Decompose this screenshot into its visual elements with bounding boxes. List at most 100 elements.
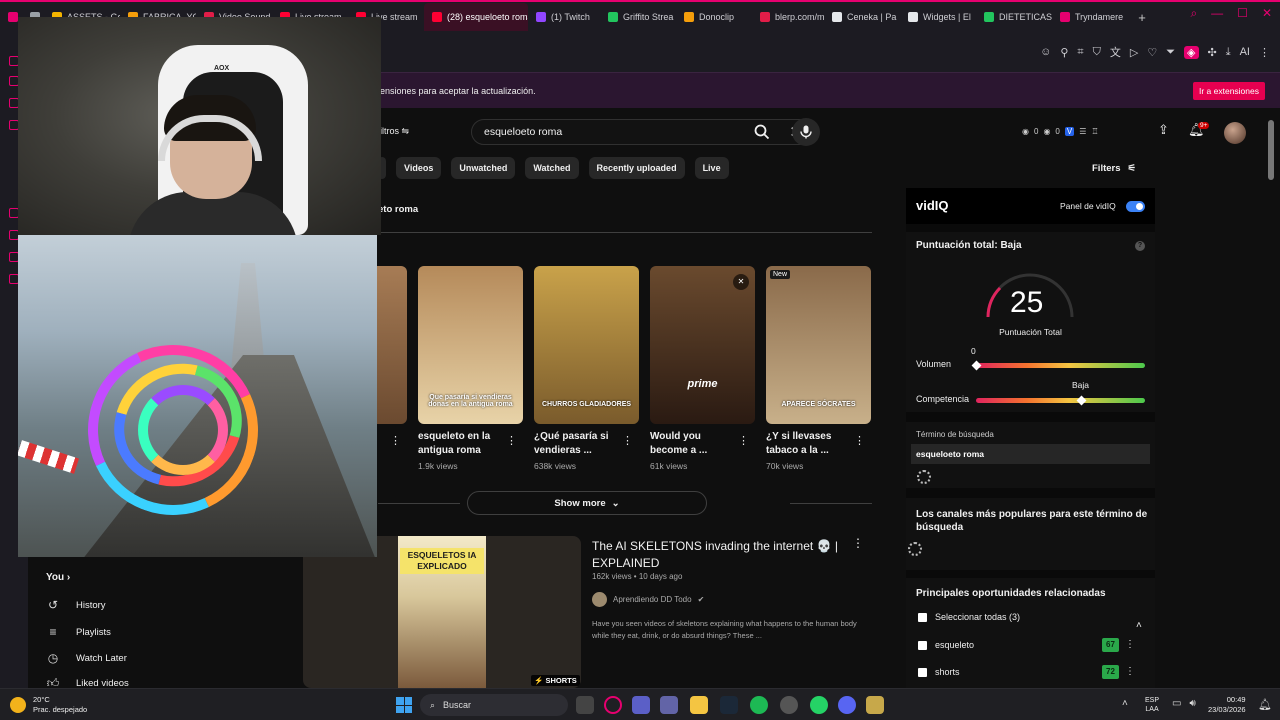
search-input[interactable]: esqueloeto roma — [484, 126, 562, 138]
short-thumbnail[interactable]: APARECE SÓCRATES New — [766, 266, 871, 424]
short-card[interactable]: prime ✕ Would you become a ... 61k views ⋮ — [650, 266, 755, 471]
channel-avatar[interactable] — [592, 592, 607, 607]
task-view-icon[interactable] — [576, 696, 594, 714]
mute-icon[interactable]: ✕ — [733, 274, 749, 290]
avatar[interactable] — [1224, 122, 1246, 144]
file-explorer-icon[interactable] — [690, 696, 708, 714]
search-tabs-icon[interactable]: ⌕ — [1190, 6, 1197, 21]
nav-item-watch-later[interactable]: ◷ Watch Later — [46, 651, 127, 665]
collapse-icon[interactable]: ˄ — [1136, 620, 1142, 631]
opera-gx-icon[interactable] — [604, 696, 622, 714]
vidiq-badge-icon[interactable]: V — [1064, 127, 1075, 136]
keyword-row[interactable]: shorts — [918, 667, 960, 677]
weather-widget[interactable]: 20°C Prac. despejado — [10, 695, 87, 715]
browser-tab[interactable]: (28) esqueloeto roma — [424, 3, 528, 31]
browser-tab[interactable]: (1) Twitch — [528, 3, 600, 31]
browser-tab[interactable]: Widgets | El — [900, 3, 976, 31]
puzzle-icon[interactable]: ✣ — [1208, 46, 1217, 59]
short-title[interactable]: esqueleto en la antigua roma — [418, 430, 504, 458]
filter-chip[interactable]: Watched — [525, 157, 579, 179]
upload-icon[interactable]: ⇪ — [1158, 122, 1169, 138]
language-indicator[interactable]: ESP LAA — [1145, 696, 1159, 714]
keyword-row[interactable]: esqueleto — [918, 640, 974, 650]
filter-icon[interactable]: ⏷ — [1166, 46, 1175, 59]
short-card[interactable]: Que pasaría si vendieras donas en la ant… — [418, 266, 523, 471]
clock[interactable]: 00:49 23/03/2026 — [1208, 695, 1246, 715]
short-thumbnail[interactable]: CHURROS GLADIADORES — [534, 266, 639, 424]
network-icon[interactable]: ▭ — [1172, 698, 1181, 709]
new-tab-button[interactable]: + — [1132, 10, 1152, 25]
video-channel[interactable]: Aprendiendo DD Todo ✔ — [592, 592, 704, 607]
short-title[interactable]: ¿Y si llevases tabaco a la ... — [766, 430, 852, 458]
discord-icon[interactable] — [838, 696, 856, 714]
teams-icon[interactable] — [632, 696, 650, 714]
download-icon[interactable]: ⤓ — [1226, 46, 1231, 59]
keyword-more-icon[interactable]: ⋮ — [1125, 639, 1135, 650]
scrollbar[interactable] — [1268, 120, 1274, 180]
filter-chip[interactable]: Live — [694, 157, 729, 179]
teams-alt-icon[interactable] — [660, 696, 678, 714]
filter-chip[interactable]: Videos — [396, 157, 442, 179]
app-icon[interactable] — [866, 696, 884, 714]
list-icon[interactable]: ☰ — [1079, 127, 1086, 136]
short-card[interactable]: APARECE SÓCRATES New ¿Y si llevases tabaco… — [766, 266, 871, 471]
you-heading[interactable]: You › — [46, 572, 70, 583]
video-more-icon[interactable]: ⋮ — [852, 536, 864, 550]
smiley-icon[interactable]: ☺ — [1040, 46, 1051, 58]
checkbox[interactable] — [918, 640, 927, 650]
video-title[interactable]: The AI SKELETONS invading the internet 💀… — [592, 538, 842, 572]
browser-tab[interactable]: Griffito Strea — [600, 3, 676, 31]
menu-icon[interactable]: ⋮ — [1259, 46, 1270, 59]
crop-icon[interactable]: ⌗ — [1077, 46, 1083, 59]
go-to-extensions-button[interactable]: Ir a extensiones — [1192, 82, 1265, 100]
filter-chip[interactable]: Unwatched — [451, 157, 516, 179]
notifications-icon[interactable]: 🔔︎ — [1258, 698, 1272, 711]
short-more-icon[interactable]: ⋮ — [738, 434, 749, 447]
chevron-up-icon[interactable]: ˄ — [1122, 698, 1128, 709]
nav-item-playlists[interactable]: ≡ Playlists — [46, 625, 110, 639]
volume-icon[interactable]: 🔊︎ — [1189, 698, 1195, 709]
filter-chip[interactable]: Recently uploaded — [588, 157, 685, 179]
search-filters-label[interactable]: iltros ⇋ — [380, 126, 409, 137]
pin-icon[interactable]: ⚲ — [1060, 46, 1068, 59]
filters-button[interactable]: Filters ⚟ — [1092, 163, 1136, 174]
spotify-icon[interactable] — [750, 696, 768, 714]
browser-tab[interactable]: Tryndamere — [1052, 3, 1132, 31]
whatsapp-icon[interactable] — [810, 696, 828, 714]
help-icon[interactable]: ? — [1135, 241, 1145, 251]
close-window-button[interactable]: ✕ — [1262, 6, 1272, 21]
short-card[interactable]: CHURROS GLADIADORES ¿Qué pasaría si vendi… — [534, 266, 639, 471]
keyword-more-icon[interactable]: ⋮ — [1125, 666, 1135, 677]
browser-tab[interactable]: DIETETICAS — [976, 3, 1052, 31]
browser-tab[interactable]: Ceneka | Pa — [824, 3, 900, 31]
show-more-button[interactable]: Show more ⌄ — [467, 491, 707, 515]
extension-pink-icon[interactable]: ◈ — [1184, 45, 1199, 59]
nav-item-history[interactable]: ↺ History — [46, 598, 106, 612]
translate-icon[interactable]: 文 — [1110, 44, 1121, 60]
short-more-icon[interactable]: ⋮ — [506, 434, 517, 447]
short-title[interactable]: Would you become a ... — [650, 430, 736, 458]
short-more-icon[interactable]: ⋮ — [622, 434, 633, 447]
vidiq-panel-toggle[interactable] — [1126, 201, 1145, 212]
browser-tab[interactable]: blerp.com/m — [752, 3, 824, 31]
start-button[interactable] — [396, 697, 412, 713]
checkbox[interactable] — [918, 612, 927, 622]
short-thumbnail[interactable]: Que pasaría si vendieras donas en la ant… — [418, 266, 523, 424]
heart-icon[interactable]: ♡ — [1147, 46, 1157, 59]
ai-button[interactable]: AI — [1240, 46, 1250, 58]
taskbar-search[interactable]: ⌕ Buscar — [420, 694, 568, 716]
voice-search-button[interactable] — [792, 118, 820, 146]
maximize-button[interactable]: ☐ — [1237, 6, 1248, 21]
trophy-icon[interactable]: ♖ — [1091, 127, 1098, 136]
select-all-checkbox[interactable]: Seleccionar todas (3) — [918, 612, 1020, 622]
shield-icon[interactable]: ⛉ — [1093, 46, 1101, 59]
browser-tab[interactable]: Donoclip — [676, 3, 752, 31]
steam-icon[interactable] — [720, 696, 738, 714]
settings-gear-icon[interactable] — [780, 696, 798, 714]
short-thumbnail[interactable]: prime ✕ — [650, 266, 755, 424]
short-more-icon[interactable]: ⋮ — [390, 434, 401, 447]
short-title[interactable]: ¿Qué pasaría si vendieras ... — [534, 430, 620, 458]
checkbox[interactable] — [918, 667, 927, 677]
minimize-button[interactable]: — — [1211, 6, 1223, 21]
short-more-icon[interactable]: ⋮ — [854, 434, 865, 447]
